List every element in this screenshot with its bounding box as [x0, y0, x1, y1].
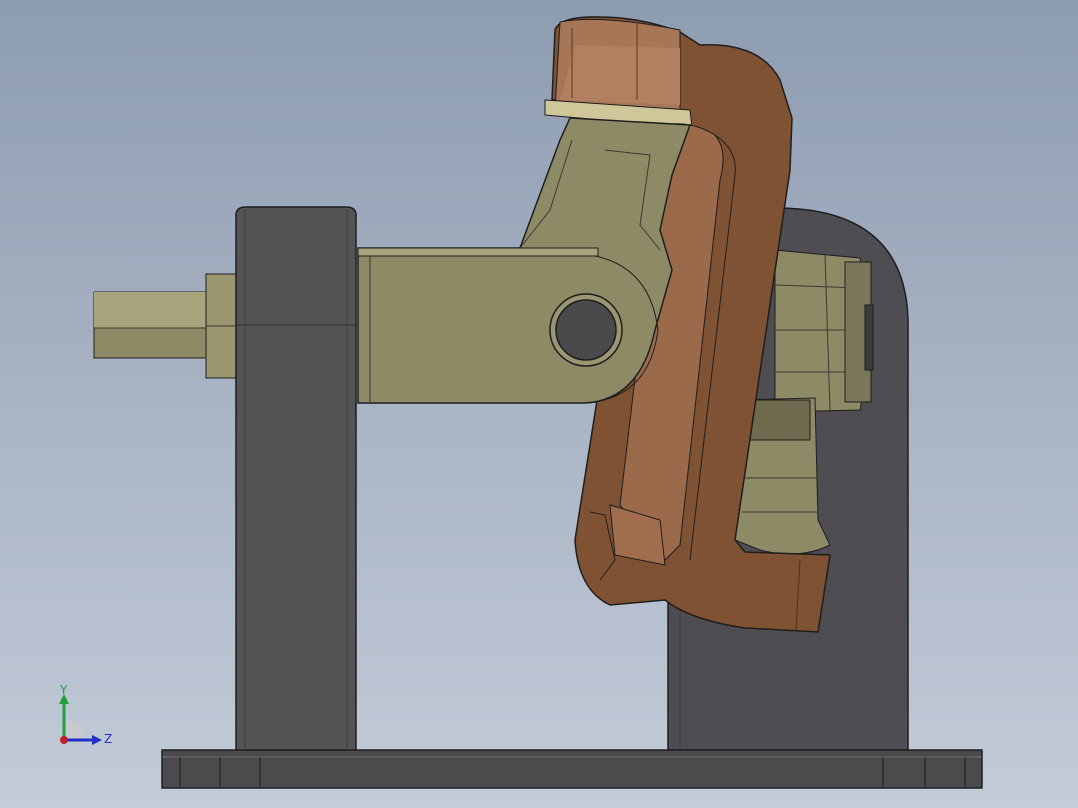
pivot-pin[interactable] — [549, 293, 623, 367]
triad-quadrant — [64, 720, 84, 740]
input-shaft[interactable] — [93, 273, 241, 379]
triad-z-arrowhead — [92, 735, 102, 745]
cad-model-scene[interactable] — [0, 0, 1078, 808]
orientation-triad: Y Z — [59, 684, 112, 746]
base-plate[interactable] — [161, 749, 983, 789]
triad-y-label: Y — [59, 684, 68, 697]
left-support-bracket[interactable] — [235, 206, 357, 751]
triad-x-axis-dot — [60, 736, 68, 744]
graphics-viewport[interactable]: Y Z — [0, 0, 1078, 808]
yoke-arm[interactable] — [357, 117, 692, 404]
triad-z-label: Z — [104, 732, 112, 746]
